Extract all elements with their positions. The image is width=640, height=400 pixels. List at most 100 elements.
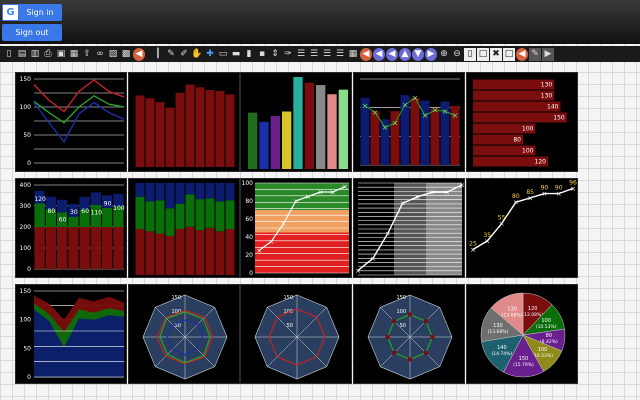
data-marker: × [385,230,391,238]
y-tick-label: 60 [245,216,253,223]
bar-segment [34,227,45,269]
minus-icon[interactable]: ▬ [230,48,242,61]
chart-panel-13[interactable]: 150 100 50 [240,284,352,384]
radar-marker [423,319,428,324]
data-icon[interactable]: ▪ [256,48,268,61]
chart-panel-9[interactable]: × × × × × × × × [353,178,465,278]
settings-icon[interactable]: ◀ [360,47,372,61]
save-as-icon[interactable]: ▦ [68,48,80,61]
data-marker: × [452,111,459,120]
chart-panel-5[interactable]: 130 130 140 150 100 80 100 120 [466,72,578,172]
chart-panel-10[interactable]: × 25 × 35 × 55 × 80 × 85 × 90 × 90 × 96 [466,178,578,278]
bar-segment [155,183,165,201]
chart-panel-3[interactable] [240,72,352,172]
export-icon[interactable]: ⇪ [81,48,93,61]
print-icon[interactable]: ⎙ [42,48,54,61]
align-left-icon[interactable]: ☰ [295,48,307,61]
bar [430,108,440,165]
bar [304,82,314,169]
brush-icon[interactable]: ✐ [178,48,190,61]
zoom-in-icon[interactable]: ⊕ [438,48,450,61]
radar-tick-label: 150 [283,295,293,301]
chart-panel-8[interactable]: 100 80 60 40 20 0 × × × × × × × × [240,178,352,278]
google-logo-icon: G [3,5,18,20]
align-right-icon[interactable]: ☰ [321,48,333,61]
bar [205,90,215,167]
settings-icon[interactable]: ◀ [133,47,145,61]
chart-panel-14[interactable]: 150 100 50 [353,284,465,384]
sign-in-button[interactable]: G Sign in [2,4,62,21]
bar-segment [145,201,155,232]
back-icon[interactable]: ◀ [373,47,385,61]
chart-icon[interactable]: ▮ [243,48,255,61]
clear-icon[interactable]: ▯ [464,47,476,61]
bar-segment [135,229,145,275]
frame-icon[interactable]: ▭ [217,48,229,61]
bar [135,95,145,167]
remove-icon[interactable]: ✖ [490,47,502,61]
bar [185,84,195,167]
chart-panel-7[interactable] [128,178,240,278]
bar-segment [205,183,215,199]
data-marker: × [442,107,449,116]
open-doc-icon[interactable]: ▤ [16,48,28,61]
zoom-out-icon[interactable]: ⊖ [451,48,463,61]
radar-marker [423,350,428,355]
hand-icon[interactable]: ✋ [191,48,203,61]
bar-value-label: 110 [91,209,103,216]
data-marker: × [459,181,465,189]
square-icon[interactable]: □ [503,47,515,61]
chart-panel-15[interactable]: 120 (12.08%) 100 (10.53%) 80 (8.42%) 100 (10.53… [466,284,578,384]
bar-segment [68,216,79,227]
delete-icon[interactable]: ▦ [347,48,359,61]
pie-value-label: 130 [493,323,503,329]
pie-value-label: 130 [507,306,517,312]
add-icon[interactable]: ✚ [204,48,216,61]
radar-marker [392,319,397,324]
chart-panel-4[interactable]: × × × × × × × × × × [353,72,465,172]
chart-panel-11[interactable]: 150 100 50 0 [15,284,127,384]
bar-segment [165,208,175,236]
prev-icon[interactable]: ◀ [386,47,398,61]
play-icon[interactable]: ▶ [542,47,554,61]
edit-icon[interactable]: ✑ [282,48,294,61]
settings-icon[interactable]: ◀ [516,47,528,61]
bar-segment [90,227,101,269]
chart-panel-2[interactable] [128,72,240,172]
down-icon[interactable]: ▼ [412,47,424,61]
data-marker: × [342,183,348,191]
new-doc-icon[interactable]: ▯ [3,48,15,61]
save-icon[interactable]: ▣ [55,48,67,61]
series-line-3 [33,101,125,143]
up-icon[interactable]: ▲ [399,47,411,61]
arrows-icon[interactable]: ⇕ [269,48,281,61]
y-tick-label: 200 [20,224,32,231]
bar-segment [57,199,68,213]
blank-icon[interactable]: □ [477,47,489,61]
sign-out-button[interactable]: Sign out [2,24,62,41]
chart-svg: 150 100 50 [367,294,453,380]
align-justify-icon[interactable]: ☰ [334,48,346,61]
edit-window-icon[interactable]: ✎ [529,47,541,61]
data-marker: × [370,255,376,263]
pen-icon[interactable]: ✎ [165,48,177,61]
chart-panel-1[interactable]: 150 100 50 0 [15,72,127,172]
chart-panel-6[interactable]: 400 300 200 100 0 120 80 60 30 60 110 90 100 [15,178,127,278]
chart-panel-12[interactable]: 150 100 50 [128,284,240,384]
data-marker: × [414,193,420,201]
bar-segment [205,198,215,228]
y-tick-label: 80 [245,198,253,205]
cursor-icon[interactable]: ┃ [152,48,164,61]
align-center-icon[interactable]: ☰ [308,48,320,61]
bar-segment [135,196,145,229]
chart-svg: × × × × × × × × [355,181,465,276]
forward-icon[interactable]: ▶ [425,47,437,61]
delete-doc-icon[interactable]: ▥ [29,48,41,61]
photo-icon[interactable]: ▩ [120,48,132,61]
image-icon[interactable]: ▨ [107,48,119,61]
background-band [255,183,349,210]
link-icon[interactable]: ∞ [94,48,106,61]
data-marker: × [412,93,419,102]
y-tick-label: 0 [27,374,31,381]
chart-svg: ×25 ×35×55×80 ×85 ×90×90 ×96 [469,179,577,254]
